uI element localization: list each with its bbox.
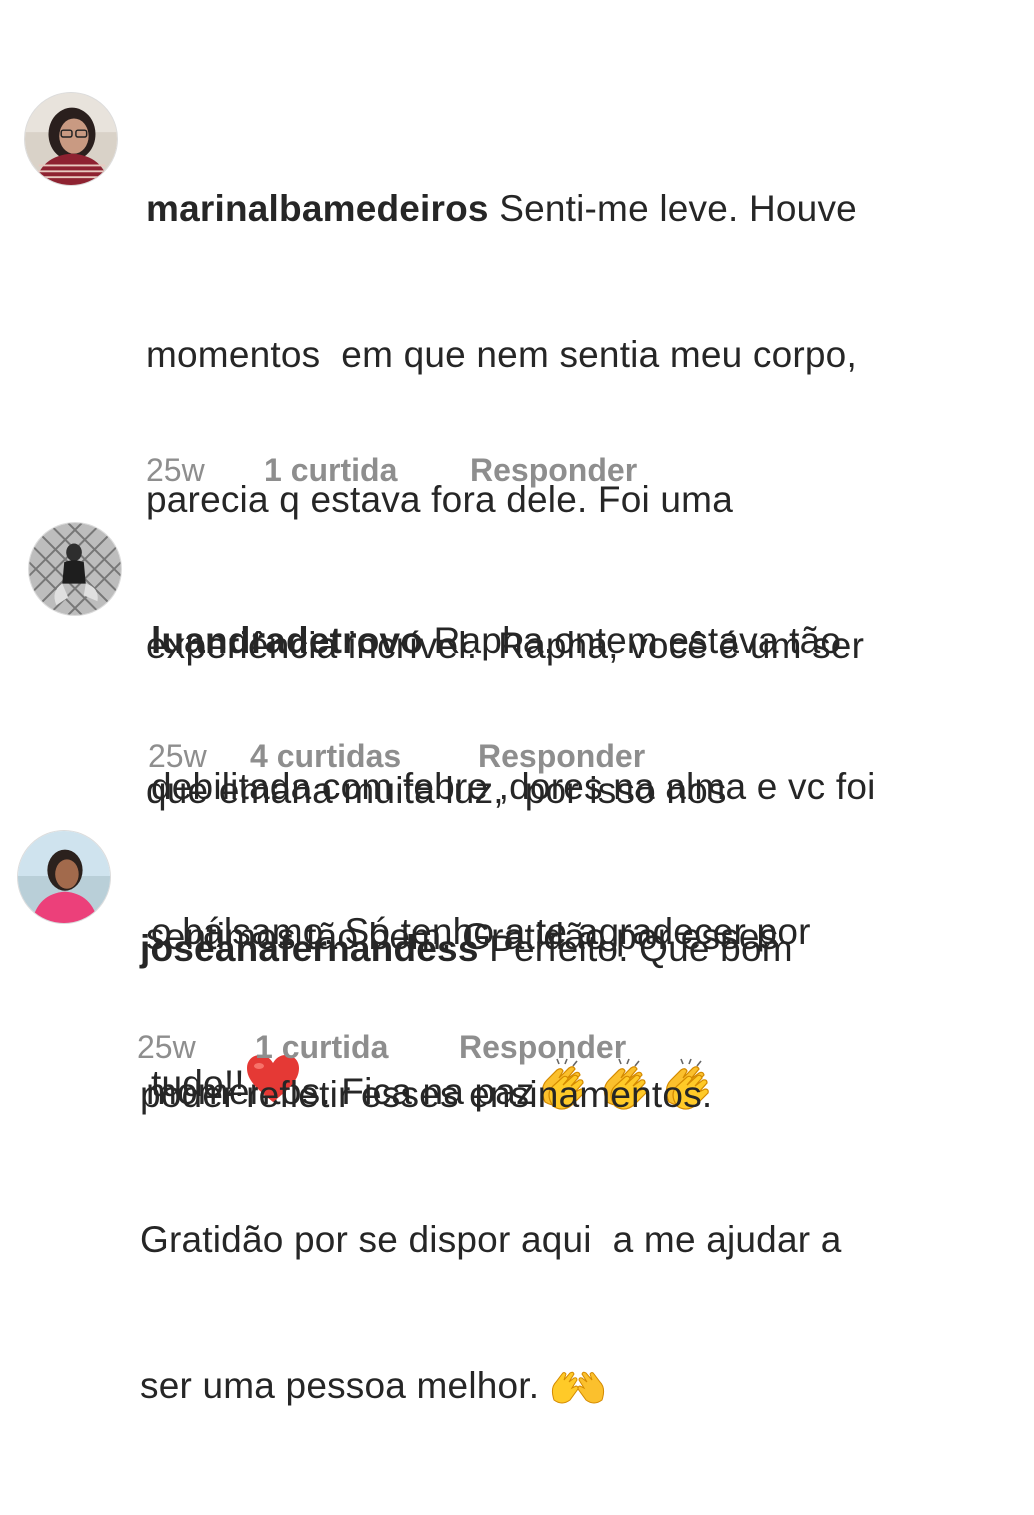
comment-time: 25w [137, 1029, 196, 1065]
reply-button[interactable]: Responder [478, 738, 645, 775]
comment-username[interactable]: luandradetrovo [151, 620, 423, 661]
likes-count-button[interactable]: 4 curtidas [250, 738, 401, 775]
avatar-photo [29, 523, 121, 615]
comment-text: joseanafernandess Perfeito. Que bom pode… [140, 828, 842, 1515]
comment-time: 25w [148, 738, 207, 774]
comment-line: ser uma pessoa melhor. [140, 1362, 842, 1419]
comment-time: 25w [146, 452, 205, 488]
avatar-photo [18, 831, 110, 923]
comment-line: poder refletir esses ensinamentos. [140, 1073, 713, 1115]
reply-button[interactable]: Responder [470, 452, 637, 489]
avatar[interactable] [28, 522, 122, 616]
likes-count-button[interactable]: 1 curtida [255, 1029, 388, 1066]
comment-meta: 25w 4 curtidas Responder [148, 738, 848, 778]
comment-username[interactable]: joseanafernandess [140, 928, 479, 969]
avatar[interactable] [17, 830, 111, 924]
reply-button[interactable]: Responder [459, 1029, 626, 1066]
comment-line: momentos em que nem sentia meu corpo, [146, 333, 857, 375]
avatar[interactable] [24, 92, 118, 186]
likes-count-button[interactable]: 1 curtida [264, 452, 397, 489]
avatar-photo [25, 93, 117, 185]
comment-line: Gratidão por se dispor aqui a me ajudar … [140, 1219, 842, 1260]
comment-line: marinalbamedeiros Senti-me leve. Houve [146, 188, 857, 229]
comment-meta: 25w 1 curtida Responder [137, 1029, 837, 1069]
comment-line: luandradetrovo Rapha,ontem estava tão [151, 620, 842, 661]
comment-line: joseanafernandess Perfeito. Que bom [140, 928, 793, 969]
comment-username[interactable]: marinalbamedeiros [146, 188, 489, 229]
comment-meta: 25w 1 curtida Responder [146, 452, 846, 492]
raising-hands-icon [550, 1370, 606, 1419]
